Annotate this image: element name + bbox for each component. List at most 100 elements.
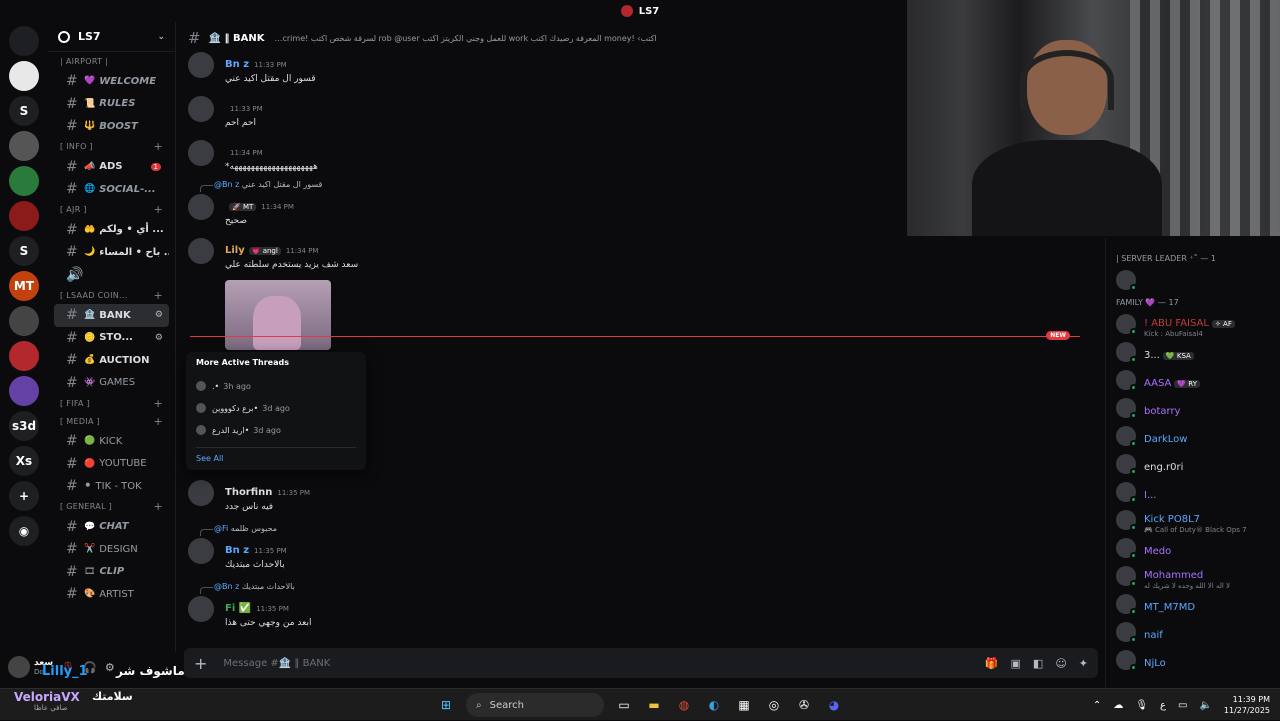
reply-preview[interactable]: @Bn z قسور ال مقتل اكيد عني bbox=[199, 180, 322, 192]
avatar[interactable] bbox=[188, 538, 214, 564]
member-item[interactable]: 3... 💚 KSA bbox=[1106, 338, 1280, 366]
member-item[interactable]: NjLo bbox=[1106, 646, 1280, 674]
member-item[interactable]: I... bbox=[1106, 478, 1280, 506]
message-composer[interactable]: + Message #🏦 ‖ BANK 🎁 ▣ ◧ ☺ ✦ bbox=[184, 648, 1098, 678]
gif-icon[interactable]: ▣ bbox=[1011, 657, 1021, 670]
gift-icon[interactable]: 🎁 bbox=[985, 657, 999, 670]
channel-item[interactable]: # 🔴 YOUTUBE bbox=[54, 453, 169, 476]
message-author[interactable]: Thorfinn bbox=[225, 487, 272, 498]
category-airport[interactable]: | AIRPORT | bbox=[48, 52, 175, 70]
avatar[interactable] bbox=[188, 480, 214, 506]
server-icon[interactable] bbox=[9, 341, 39, 371]
category-info[interactable]: [ INFO ] + bbox=[48, 138, 175, 156]
server-icon[interactable]: Xs bbox=[9, 446, 39, 476]
app-icon-2[interactable]: ✇ bbox=[794, 695, 814, 715]
gear-icon[interactable]: ⚙ bbox=[105, 661, 115, 674]
message-author[interactable]: Bn z bbox=[225, 545, 249, 556]
chevron-up-icon[interactable]: ⌃ bbox=[1093, 700, 1101, 711]
server-icon[interactable] bbox=[9, 61, 39, 91]
avatar[interactable] bbox=[188, 96, 214, 122]
message-author[interactable]: Bn z bbox=[225, 59, 249, 70]
member-item[interactable]: Mohammed لا اله الا الله وحده لا شريك له bbox=[1106, 562, 1280, 590]
channel-item[interactable]: # 🔱 BOOST bbox=[54, 115, 169, 138]
member-item[interactable]: DarkLow bbox=[1106, 422, 1280, 450]
discord-taskbar-icon[interactable]: ◕ bbox=[824, 695, 844, 715]
member-item[interactable]: ! ABU FAISAL ✧ AF Kick : AbuFaisal4 bbox=[1106, 310, 1280, 338]
thread-item[interactable]: . • 3h ago bbox=[196, 375, 356, 397]
channel-item[interactable]: # 🏦 BANK ⚙ bbox=[54, 304, 169, 327]
channel-item[interactable]: # ⚫ TIK - TOK bbox=[54, 475, 169, 498]
member-item[interactable]: AASA 💜 RY bbox=[1106, 366, 1280, 394]
category-ajr[interactable]: [ AJR ] + bbox=[48, 201, 175, 219]
channel-item[interactable]: # 🌙باح • المساء ... bbox=[54, 241, 169, 264]
emoji-icon[interactable]: ☺ bbox=[1055, 657, 1066, 670]
category-fifa[interactable]: [ FIFA ] + bbox=[48, 394, 175, 412]
composer-placeholder[interactable]: Message #🏦 ‖ BANK bbox=[223, 658, 330, 669]
clock[interactable]: 11:39 PM 11/27/2025 bbox=[1224, 694, 1270, 716]
category-lsaad[interactable]: [ LSAAD COIN... + bbox=[48, 286, 175, 304]
input-language[interactable]: ع bbox=[1160, 700, 1166, 711]
edge-icon[interactable]: ◐ bbox=[704, 695, 724, 715]
apps-icon[interactable]: ✦ bbox=[1079, 657, 1088, 670]
server-icon[interactable] bbox=[9, 166, 39, 196]
channel-item[interactable]: # 🤲 أي • ولكم ... bbox=[54, 219, 169, 242]
file-explorer-icon[interactable]: ▬ bbox=[644, 695, 664, 715]
channel-item[interactable]: # 👾 GAMES bbox=[54, 372, 169, 395]
server-icon[interactable]: S bbox=[9, 236, 39, 266]
channel-item[interactable]: # 🟢 KICK bbox=[54, 430, 169, 453]
image-attachment[interactable] bbox=[225, 280, 331, 350]
channel-item[interactable]: # 💜 WELCOME bbox=[54, 70, 169, 93]
channel-item[interactable]: # 🎞 CLIP bbox=[54, 561, 169, 584]
server-icon[interactable] bbox=[9, 201, 39, 231]
member-item[interactable]: botarry bbox=[1106, 394, 1280, 422]
voice-channel[interactable]: 🔊 bbox=[54, 264, 169, 287]
add-channel-icon[interactable]: + bbox=[153, 500, 163, 513]
server-icon[interactable]: MT bbox=[9, 271, 39, 301]
network-icon[interactable]: ▭ bbox=[1178, 700, 1187, 711]
channel-item[interactable]: # 📣 ADS 1 bbox=[54, 156, 169, 179]
server-icon[interactable] bbox=[9, 131, 39, 161]
task-view-icon[interactable]: ▭ bbox=[614, 695, 634, 715]
twitch-icon[interactable] bbox=[9, 376, 39, 406]
thread-item[interactable]: اريد الدرع • 3d ago bbox=[196, 419, 356, 441]
channel-item[interactable]: # 💰 AUCTION bbox=[54, 349, 169, 372]
avatar[interactable] bbox=[188, 52, 214, 78]
member-item[interactable]: naif bbox=[1106, 618, 1280, 646]
add-channel-icon[interactable]: + bbox=[153, 415, 163, 428]
member-item[interactable] bbox=[1106, 266, 1280, 294]
attach-plus-icon[interactable]: + bbox=[194, 654, 207, 673]
chrome-icon[interactable]: ◍ bbox=[674, 695, 694, 715]
add-channel-icon[interactable]: + bbox=[153, 289, 163, 302]
add-channel-icon[interactable]: + bbox=[153, 203, 163, 216]
taskbar-search[interactable]: ⌕ Search bbox=[466, 693, 604, 717]
message-author[interactable]: Fi ✅ bbox=[225, 603, 251, 614]
avatar[interactable] bbox=[8, 656, 30, 678]
server-icon[interactable] bbox=[9, 306, 39, 336]
channel-item[interactable]: # 🌐 SOCIAL-... bbox=[54, 178, 169, 201]
discord-home-icon[interactable] bbox=[9, 26, 39, 56]
mic-icon[interactable]: 🎙 bbox=[1135, 700, 1148, 711]
add-channel-icon[interactable]: + bbox=[153, 140, 163, 153]
category-media[interactable]: [ MEDIA ] + bbox=[48, 412, 175, 430]
member-item[interactable]: eng.r0ri bbox=[1106, 450, 1280, 478]
discover-icon[interactable]: ◉ bbox=[9, 516, 39, 546]
channel-item[interactable]: # ✂️ DESIGN bbox=[54, 538, 169, 561]
gear-icon[interactable]: ⚙ bbox=[155, 333, 163, 343]
volume-icon[interactable]: 🔈 bbox=[1199, 700, 1211, 711]
channel-item[interactable]: # 💬 CHAT bbox=[54, 516, 169, 539]
server-icon[interactable]: s3d bbox=[9, 411, 39, 441]
avatar[interactable] bbox=[188, 194, 214, 220]
cloud-icon[interactable]: ☁ bbox=[1113, 700, 1123, 711]
channel-item[interactable]: # 📜 RULES bbox=[54, 93, 169, 116]
member-item[interactable]: Kick PO8L7 🎮 Call of Duty® Black Ops 7 bbox=[1106, 506, 1280, 534]
reply-preview[interactable]: @Bn z بالاحداث مبتديك bbox=[200, 582, 295, 594]
avatar[interactable] bbox=[188, 140, 214, 166]
avatar[interactable] bbox=[188, 596, 214, 622]
thread-item[interactable]: برع دكوووين • 3d ago bbox=[196, 397, 356, 419]
windows-start-icon[interactable]: ⊞ bbox=[436, 695, 456, 715]
see-all-link[interactable]: See All bbox=[196, 454, 356, 463]
reply-preview[interactable]: @Fi محبوس ظلمه bbox=[199, 524, 277, 536]
sticker-icon[interactable]: ◧ bbox=[1033, 657, 1043, 670]
app-icon[interactable]: ◎ bbox=[764, 695, 784, 715]
message-author[interactable]: Lily bbox=[225, 245, 245, 256]
